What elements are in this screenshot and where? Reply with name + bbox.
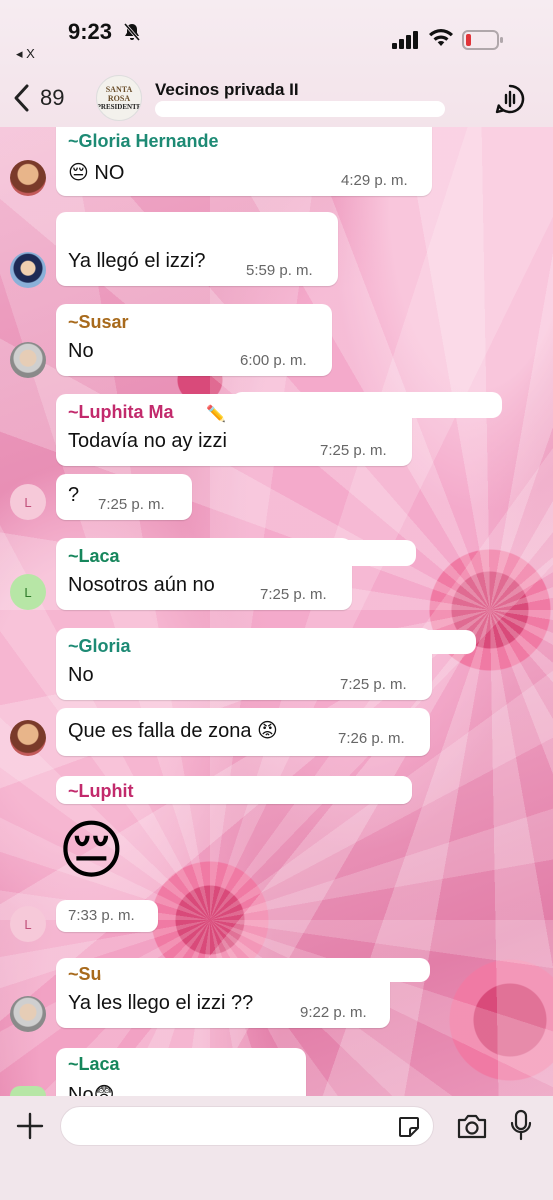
message-bubble[interactable]: ~Gloria No 7:25 p. m. [56,628,476,700]
message-time: 7:25 p. m. [340,676,407,693]
message-text: No [68,340,94,362]
message-bubble[interactable]: Ya llegó el izzi? 5:59 p. m. [56,212,338,286]
avatar[interactable]: L [10,906,46,942]
avatar[interactable] [10,342,46,378]
message-text: Nosotros aún no [68,574,215,596]
message-time-chip: 7:33 p. m. [56,900,158,932]
camera-icon[interactable] [456,1112,488,1140]
plus-icon[interactable] [16,1112,44,1140]
redacted-number [166,310,326,332]
message-text: Ya llegó el izzi? [68,250,206,272]
wifi-icon [429,29,453,46]
message-time: 7:25 p. m. [98,496,165,513]
message-bubble[interactable]: ~Laca No😨 [56,1048,306,1096]
large-emoji: 😔 [58,814,125,886]
message-bubble[interactable]: ~Gloria Hernande 😔 NO 4:29 p. m. [56,126,432,196]
message-time: 5:59 p. m. [246,262,313,279]
message-bubble[interactable]: ? 7:25 p. m. [56,474,192,520]
sender-name[interactable]: ~Gloria Hernande [68,131,219,152]
unread-count: 89 [40,85,65,110]
message-text: Todavía no ay izzi [68,430,227,452]
pencil-emoji-icon: ✏️ [206,406,226,423]
message-bubble[interactable]: ~Luphita Ma ✏️ Todavía no ay izzi 7:25 p… [56,392,502,466]
sender-name[interactable]: ~Laca [68,546,120,567]
back-to-app-link[interactable]: ◂ X [16,46,35,62]
group-avatar[interactable]: SANTA ROSA PRESIDENTE [96,75,142,121]
message-text: Ya les llego el izzi ?? [68,992,254,1014]
battery-low-icon [462,30,503,50]
avatar[interactable]: L [10,484,46,520]
redacted-number [100,958,430,982]
chevron-left-icon [14,84,29,112]
avatar[interactable] [10,720,46,756]
message-time: 7:26 p. m. [338,730,405,747]
sender-name[interactable]: ~Laca [68,1054,120,1075]
avatar[interactable] [10,1086,46,1096]
message-time: 9:22 p. m. [300,1004,367,1021]
message-text: Que es falla de zona 😡 [68,720,278,742]
redacted-number [132,1050,306,1072]
message-bubble[interactable]: Que es falla de zona 😡 7:26 p. m. [56,708,430,756]
message-time: 7:25 p. m. [320,442,387,459]
sender-name[interactable]: ~Gloria [68,636,131,657]
avatar[interactable] [10,996,46,1032]
message-text: ? [68,484,80,506]
sender-name[interactable]: ~Luphita Ma [68,402,174,423]
message-bubble[interactable]: ~Su Ya les llego el izzi ?? 9:22 p. m. [56,958,430,1028]
redacted-number [158,776,412,804]
sticker-icon[interactable] [397,1115,421,1139]
message-composer [0,1096,553,1200]
message-text: 😔 NO [68,162,125,184]
redacted-number [216,630,476,654]
avatar[interactable] [10,160,46,196]
sender-name[interactable]: ~Susar [68,312,129,333]
message-input[interactable] [60,1106,434,1146]
message-bubble[interactable]: ~Susar No 6:00 p. m. [56,304,332,376]
cellular-signal-icon [392,31,418,49]
message-text: No😨 [68,1084,115,1096]
group-title[interactable]: Vecinos privada II [155,80,299,100]
back-button[interactable]: 89 [12,80,82,116]
chat-header: 9:23 ◂ X 89 SANTA ROSA PRESIDENTE Vecino… [0,0,553,127]
avatar[interactable]: L [10,574,46,610]
message-time: 7:25 p. m. [260,586,327,603]
bell-off-icon [123,23,141,41]
message-bubble[interactable]: ~Luphit [56,776,412,804]
microphone-icon[interactable] [510,1109,532,1141]
group-call-icon[interactable] [494,83,526,115]
group-members-redacted[interactable] [155,101,445,117]
sender-name[interactable]: ~Su [68,964,102,985]
message-time: 6:00 p. m. [240,352,307,369]
message-text: No [68,664,94,686]
message-time: 4:29 p. m. [341,172,408,189]
message-bubble[interactable]: ~Laca Nosotros aún no 7:25 p. m. [56,538,416,610]
avatar[interactable] [10,252,46,288]
sender-name[interactable]: ~Luphit [68,781,134,802]
message-time: 7:33 p. m. [68,907,135,924]
status-time: 9:23 [68,19,113,44]
redacted-number [156,540,416,566]
redacted-number [232,392,502,418]
